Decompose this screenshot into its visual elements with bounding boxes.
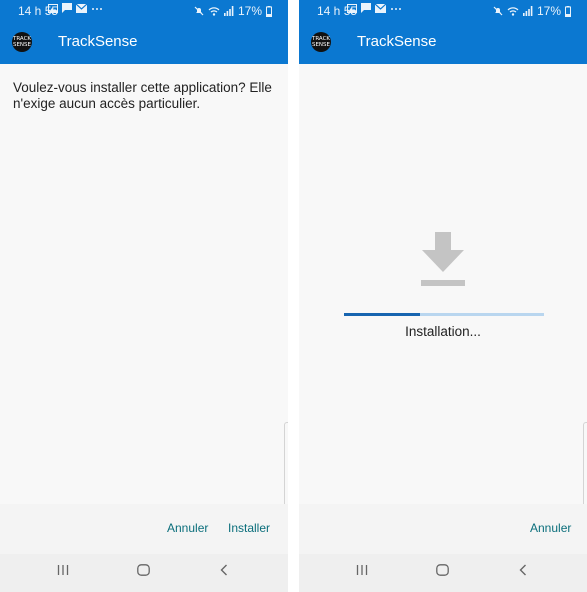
status-left-icons — [48, 3, 103, 13]
home-icon[interactable] — [137, 564, 150, 576]
battery-percent: 17% — [237, 4, 262, 18]
mail-icon — [375, 3, 386, 13]
cancel-button[interactable]: Annuler — [530, 521, 571, 535]
more-icon — [391, 7, 401, 10]
back-icon[interactable] — [519, 564, 527, 576]
battery-icon — [565, 5, 571, 17]
signal-icon — [522, 6, 533, 16]
phone-screen-installing: 14 h 55 17% TRACK SENSE TrackSense Insta… — [299, 0, 587, 592]
mail-icon — [76, 3, 87, 13]
status-right-icons: 17% — [493, 4, 571, 18]
install-button[interactable]: Installer — [228, 521, 270, 535]
message-icon — [62, 3, 72, 13]
recent-apps-icon[interactable] — [356, 564, 368, 576]
system-nav-bar — [299, 554, 587, 592]
app-logo-icon: TRACK SENSE — [311, 32, 331, 52]
phone-screen-install-prompt: 14 h 55 17% TRACK SENSE TrackSense Voule… — [0, 0, 288, 592]
app-logo-icon: TRACK SENSE — [12, 32, 32, 52]
wifi-icon — [507, 7, 519, 16]
app-bar: 14 h 55 17% TRACK SENSE TrackSense — [0, 0, 288, 64]
mute-icon — [493, 6, 503, 16]
more-icon — [92, 7, 102, 10]
status-left-icons — [347, 3, 402, 13]
system-nav-bar — [0, 554, 288, 592]
signal-icon — [223, 6, 234, 16]
dialog-button-bar: Annuler Installer — [0, 504, 288, 554]
install-prompt-message: Voulez-vous installer cette application?… — [13, 80, 272, 111]
battery-icon — [266, 5, 272, 17]
app-bar: 14 h 55 17% TRACK SENSE TrackSense — [299, 0, 587, 64]
app-logo-line2: SENSE — [311, 42, 331, 48]
recent-apps-icon[interactable] — [57, 564, 69, 576]
app-logo-line2: SENSE — [12, 42, 32, 48]
app-title: TrackSense — [58, 33, 138, 50]
install-progress-bar — [344, 313, 544, 316]
install-progress-fill — [344, 313, 420, 316]
cancel-button[interactable]: Annuler — [167, 521, 208, 535]
screenshot-canvas: 14 h 55 17% TRACK SENSE TrackSense Voule… — [0, 0, 587, 592]
install-status-text: Installation... — [405, 324, 481, 339]
image-icon — [347, 3, 357, 13]
download-icon — [421, 232, 465, 286]
back-icon[interactable] — [220, 564, 228, 576]
message-icon — [361, 3, 371, 13]
app-title: TrackSense — [357, 33, 437, 50]
wifi-icon — [208, 7, 220, 16]
status-right-icons: 17% — [194, 4, 272, 18]
install-prompt-content: Voulez-vous installer cette application?… — [0, 64, 288, 504]
dialog-button-bar: Annuler — [299, 504, 587, 554]
battery-percent: 17% — [536, 4, 561, 18]
image-icon — [48, 3, 58, 13]
home-icon[interactable] — [436, 564, 449, 576]
mute-icon — [194, 6, 204, 16]
